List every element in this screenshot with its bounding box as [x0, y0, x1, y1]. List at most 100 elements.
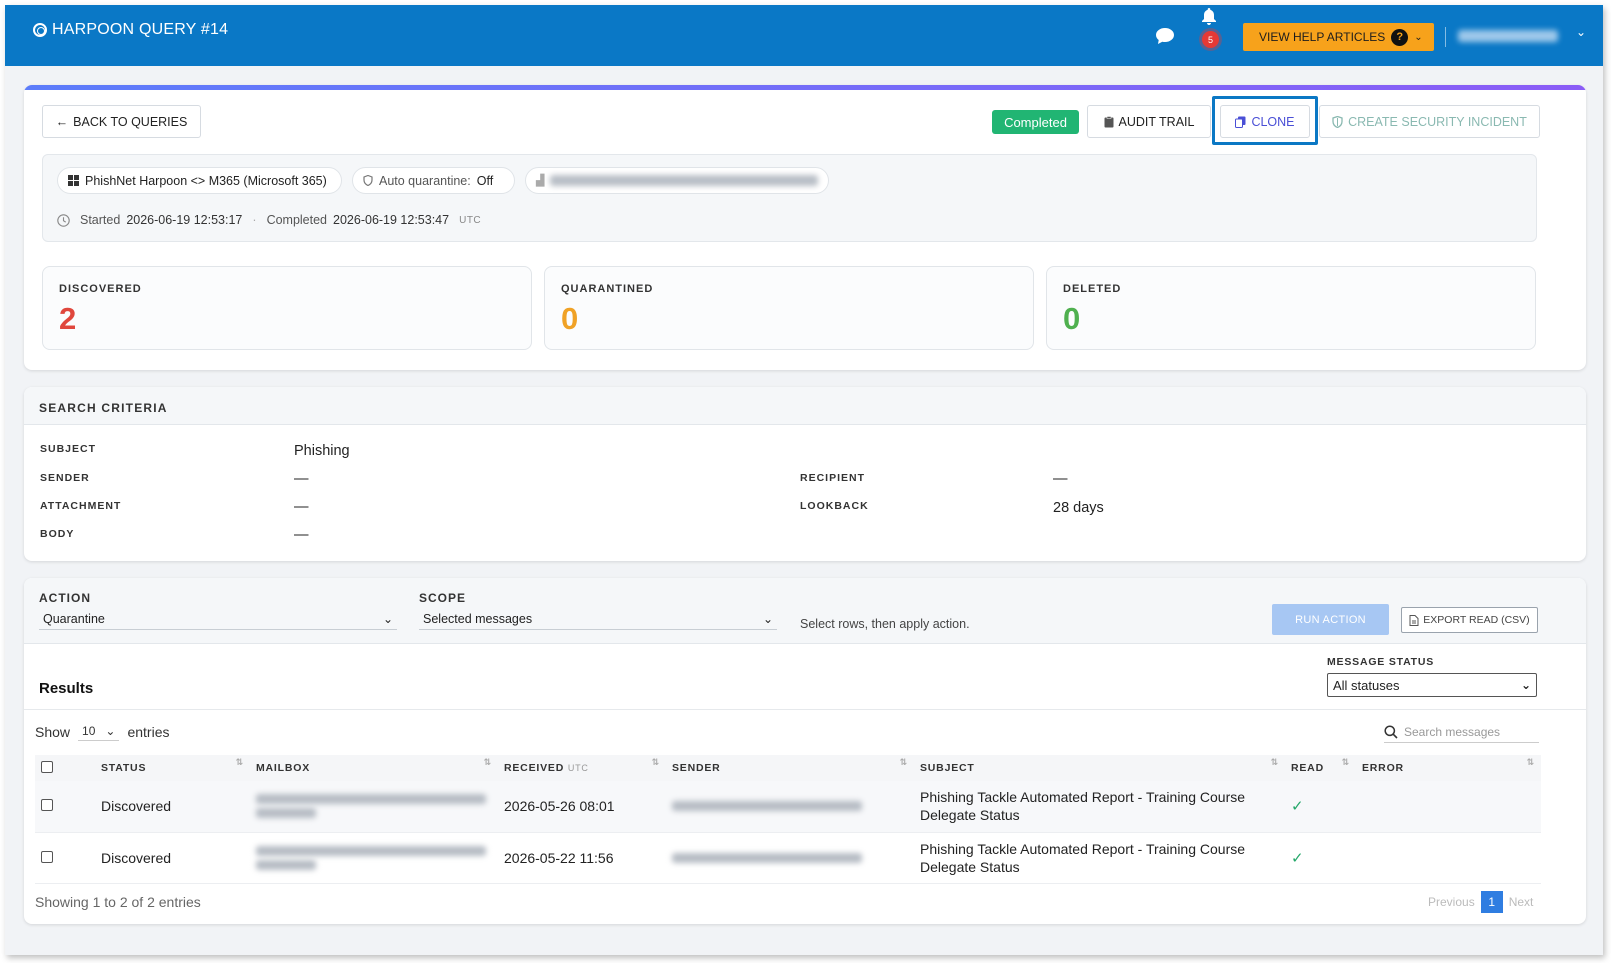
export-label: EXPORT READ (CSV): [1423, 614, 1530, 626]
previous-page-button[interactable]: Previous: [1428, 895, 1475, 909]
message-status-select[interactable]: All statuses ⌄: [1327, 673, 1537, 697]
column-mailbox[interactable]: MAILBOX ⇅: [250, 755, 498, 781]
query-meta-box: PhishNet Harpoon <> M365 (Microsoft 365)…: [42, 154, 1537, 242]
chevron-down-icon: ⌄: [762, 611, 773, 626]
next-page-button[interactable]: Next: [1509, 895, 1534, 909]
bell-icon[interactable]: [1201, 7, 1217, 27]
query-summary-card: ← BACK TO QUERIES Completed AUDIT TRAIL …: [24, 85, 1586, 370]
page-title: HARPOON QUERY #14: [52, 21, 229, 38]
file-export-icon: [1409, 614, 1419, 626]
submitter-email-blurred: [550, 175, 818, 186]
card-accent-bar: [24, 85, 1586, 90]
completed-label: Completed: [266, 213, 328, 227]
chevron-down-icon: ⌄: [1520, 678, 1531, 692]
row-checkbox[interactable]: [41, 850, 53, 863]
stat-value: 2: [59, 301, 77, 336]
chevron-down-icon: ⌄: [382, 611, 393, 626]
clone-button[interactable]: CLONE: [1220, 105, 1310, 138]
entries-label: entries: [127, 723, 170, 740]
column-error[interactable]: ERROR ⇅: [1356, 755, 1541, 781]
notification-badge[interactable]: 5: [1202, 31, 1219, 48]
sort-icon: ⇅: [651, 757, 660, 767]
audit-trail-button[interactable]: AUDIT TRAIL: [1087, 105, 1211, 138]
sender-label: SENDER: [40, 472, 90, 484]
lookback-label: LOOKBACK: [800, 500, 869, 512]
entries-value: 10: [82, 724, 96, 738]
completed-value: 2026-06-19 12:53:47: [333, 213, 450, 227]
sort-icon: ⇅: [1526, 757, 1535, 767]
search-messages-input[interactable]: Search messages: [1384, 721, 1539, 743]
search-criteria-card: SEARCH CRITERIA SUBJECT Phishing SENDER …: [24, 387, 1586, 561]
table-info: Showing 1 to 2 of 2 entries: [35, 894, 201, 910]
sort-icon: ⇅: [1270, 757, 1279, 767]
error-cell: [1356, 781, 1541, 832]
page-length-control: Show 10 ⌄ entries: [35, 722, 169, 741]
clipboard-icon: [1104, 115, 1114, 127]
sender-cell-blurred: [666, 781, 914, 832]
error-cell: [1356, 832, 1541, 883]
column-status[interactable]: STATUS ⇅: [95, 755, 250, 781]
user-icon: ▟: [536, 175, 545, 187]
clock-icon: [57, 213, 70, 227]
stat-label: QUARANTINED: [561, 283, 654, 295]
action-select-value: Quarantine: [43, 611, 105, 626]
shield-icon: [363, 175, 373, 186]
table-row[interactable]: Discovered 2026-05-22 11:56 Phishing Tac…: [35, 832, 1541, 883]
subject-value: Phishing: [294, 443, 350, 459]
column-received[interactable]: RECEIVED UTC ⇅: [498, 755, 666, 781]
entries-select[interactable]: 10 ⌄: [78, 722, 120, 741]
back-to-queries-button[interactable]: ← BACK TO QUERIES: [42, 105, 201, 138]
attachment-value: —: [294, 499, 309, 515]
started-value: 2026-06-19 12:53:17: [126, 213, 243, 227]
body-label: BODY: [40, 528, 75, 540]
read-check-icon: ✓: [1291, 798, 1304, 816]
column-read[interactable]: READ ⇅: [1285, 755, 1356, 781]
table-row[interactable]: Discovered 2026-05-26 08:01 Phishing Tac…: [35, 781, 1541, 832]
sort-icon: ⇅: [235, 757, 244, 767]
create-incident-label: CREATE SECURITY INCIDENT: [1348, 114, 1527, 129]
user-menu-name-blurred[interactable]: [1458, 30, 1558, 42]
sort-icon: ⇅: [899, 757, 908, 767]
action-select[interactable]: Quarantine ⌄: [39, 608, 397, 630]
clone-label: CLONE: [1251, 114, 1295, 129]
lookback-value: 28 days: [1053, 500, 1104, 516]
show-label: Show: [35, 723, 71, 740]
user-menu-chevron-icon[interactable]: ⌄: [1576, 25, 1586, 39]
action-bar: ACTION Quarantine ⌄ SCOPE Selected messa…: [24, 578, 1586, 644]
auto-quarantine-pill: Auto quarantine: Off: [352, 167, 515, 194]
status-badge: Completed: [992, 110, 1079, 134]
subject-label: SUBJECT: [40, 443, 97, 455]
mailbox-cell-blurred: [250, 832, 498, 883]
mailbox-cell-blurred: [250, 781, 498, 832]
results-table: STATUS ⇅ MAILBOX ⇅ RECEIVED UTC ⇅ SENDER ⇅ S…: [35, 755, 1541, 884]
back-button-label: BACK TO QUERIES: [73, 114, 188, 129]
row-checkbox[interactable]: [41, 799, 53, 812]
chat-icon[interactable]: [1155, 27, 1175, 45]
action-hint: Select rows, then apply action.: [800, 617, 970, 631]
search-icon: [1384, 724, 1398, 739]
table-header-row: STATUS ⇅ MAILBOX ⇅ RECEIVED UTC ⇅ SENDER ⇅ S…: [35, 755, 1541, 781]
timestamp-separator: ·: [252, 213, 257, 227]
body-value: —: [294, 527, 309, 543]
view-help-articles-button[interactable]: VIEW HELP ARTICLES ? ⌄: [1243, 23, 1434, 51]
column-sender[interactable]: SENDER ⇅: [666, 755, 914, 781]
submitter-pill: ▟: [525, 167, 829, 194]
message-status-label: MESSAGE STATUS: [1327, 656, 1435, 668]
received-cell: 2026-05-26 08:01: [504, 798, 615, 815]
top-navbar: HARPOON QUERY #14 5 VIEW HELP ARTICLES ?…: [5, 5, 1603, 66]
export-read-csv-button[interactable]: EXPORT READ (CSV): [1401, 607, 1538, 633]
search-criteria-header: SEARCH CRITERIA: [24, 387, 1586, 425]
action-label: ACTION: [39, 591, 91, 605]
run-action-button[interactable]: RUN ACTION: [1272, 604, 1389, 635]
scope-select[interactable]: Selected messages ⌄: [419, 608, 777, 630]
page-button-1[interactable]: 1: [1480, 891, 1503, 913]
column-subject[interactable]: SUBJECT ⇅: [914, 755, 1285, 781]
status-cell: Discovered: [101, 798, 172, 815]
create-security-incident-button[interactable]: CREATE SECURITY INCIDENT: [1319, 105, 1540, 138]
arrow-left-icon: ←: [55, 114, 69, 129]
select-all-checkbox[interactable]: [41, 760, 53, 773]
copy-icon: [1235, 116, 1246, 128]
stat-value: 0: [1063, 301, 1081, 336]
query-timestamps: Started 2026-06-19 12:53:17 · Completed …: [57, 213, 481, 227]
stat-label: DISCOVERED: [59, 283, 142, 295]
